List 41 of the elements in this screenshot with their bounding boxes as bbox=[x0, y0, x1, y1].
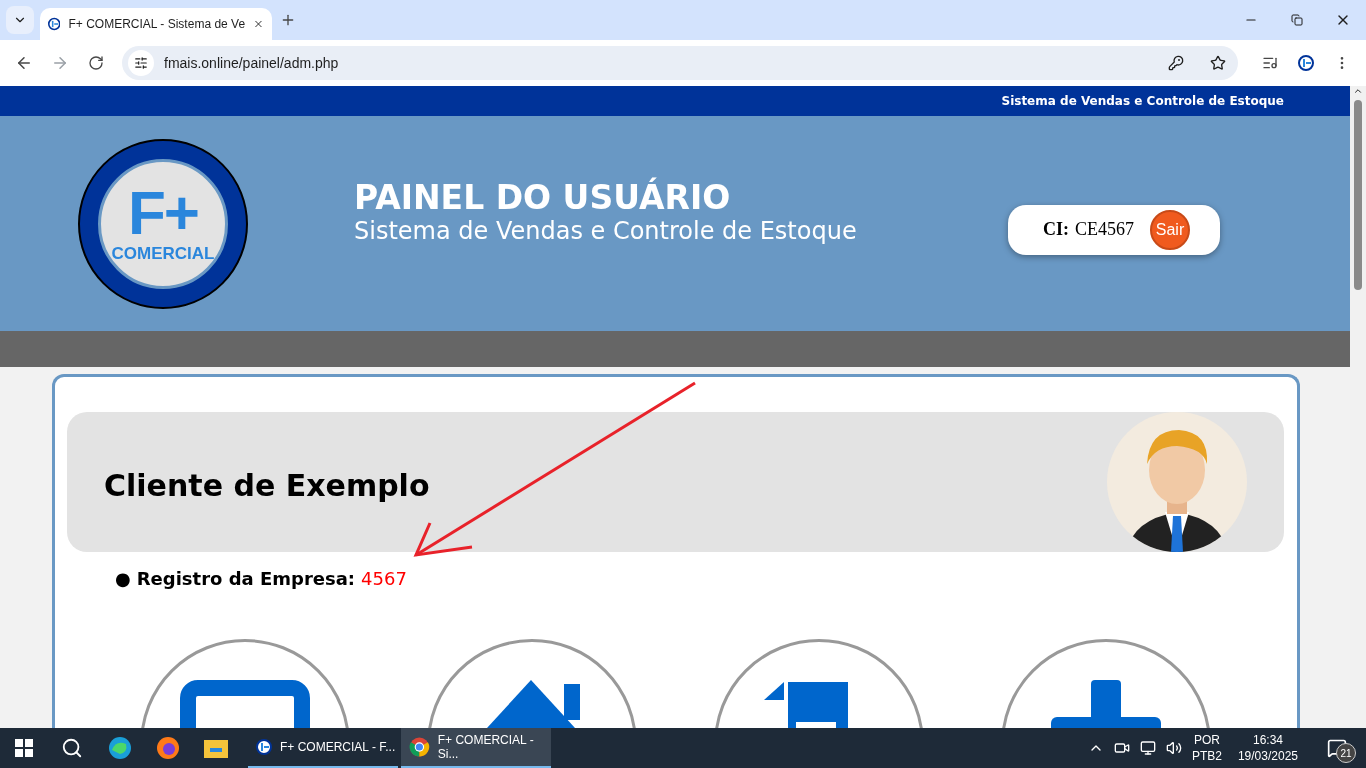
language-indicator[interactable]: POR PTB2 bbox=[1191, 732, 1222, 764]
settings-icon[interactable] bbox=[134, 56, 148, 70]
forward-icon[interactable] bbox=[51, 54, 69, 72]
scrollbar-thumb[interactable] bbox=[1354, 100, 1362, 290]
taskbar-app-button[interactable]: F+ COMERCIAL - Si... bbox=[401, 728, 551, 768]
address-bar[interactable]: fmais.online/painel/adm.php bbox=[122, 46, 1238, 80]
back-icon[interactable] bbox=[15, 54, 33, 72]
new-tab-icon[interactable] bbox=[280, 12, 296, 28]
top-bar-text: Sistema de Vendas e Controle de Estoque bbox=[1001, 94, 1284, 108]
fox-browser-icon[interactable] bbox=[156, 736, 180, 760]
bullet: ● bbox=[115, 568, 131, 589]
ci-value: CE4567 bbox=[1075, 219, 1134, 240]
browser-tab[interactable]: F+ COMERCIAL - Sistema de Ve bbox=[40, 8, 272, 40]
windows-start-icon[interactable] bbox=[15, 739, 33, 757]
key-icon[interactable] bbox=[1168, 55, 1184, 71]
taskbar-app-button[interactable]: F+ COMERCIAL - F... bbox=[248, 728, 398, 768]
chrome-icon bbox=[409, 736, 430, 758]
search-icon[interactable] bbox=[61, 737, 83, 759]
bookmark-star-icon[interactable] bbox=[1210, 55, 1226, 71]
camera-icon[interactable] bbox=[1113, 740, 1130, 756]
restore-icon[interactable] bbox=[1291, 14, 1303, 26]
profile-avatar-icon bbox=[1298, 55, 1314, 71]
logo: F+ COMERCIAL bbox=[78, 138, 248, 309]
favicon-icon bbox=[48, 16, 61, 32]
client-name: Cliente de Exemplo bbox=[104, 467, 430, 503]
reload-icon[interactable] bbox=[88, 55, 104, 71]
clock[interactable]: 16:34 19/03/2025 bbox=[1237, 732, 1298, 764]
notification-count: 21 bbox=[1336, 743, 1356, 763]
network-icon[interactable] bbox=[1139, 740, 1156, 756]
panel-subtitle: Sistema de Vendas e Controle de Estoque bbox=[354, 217, 857, 245]
scroll-up-icon[interactable] bbox=[1353, 86, 1363, 96]
folder-icon[interactable] bbox=[204, 738, 228, 758]
panel-title: PAINEL DO USUÁRIO bbox=[354, 178, 732, 217]
site-settings-button[interactable] bbox=[128, 50, 154, 76]
registration-value: 4567 bbox=[361, 568, 407, 589]
ci-label: CI: bbox=[1043, 219, 1069, 240]
volume-icon[interactable] bbox=[1165, 740, 1182, 756]
registration-label: Registro da Empresa: bbox=[136, 568, 356, 589]
app-logo-icon bbox=[256, 739, 272, 755]
media-icon[interactable] bbox=[1262, 55, 1278, 71]
browser-icon[interactable] bbox=[108, 736, 132, 760]
